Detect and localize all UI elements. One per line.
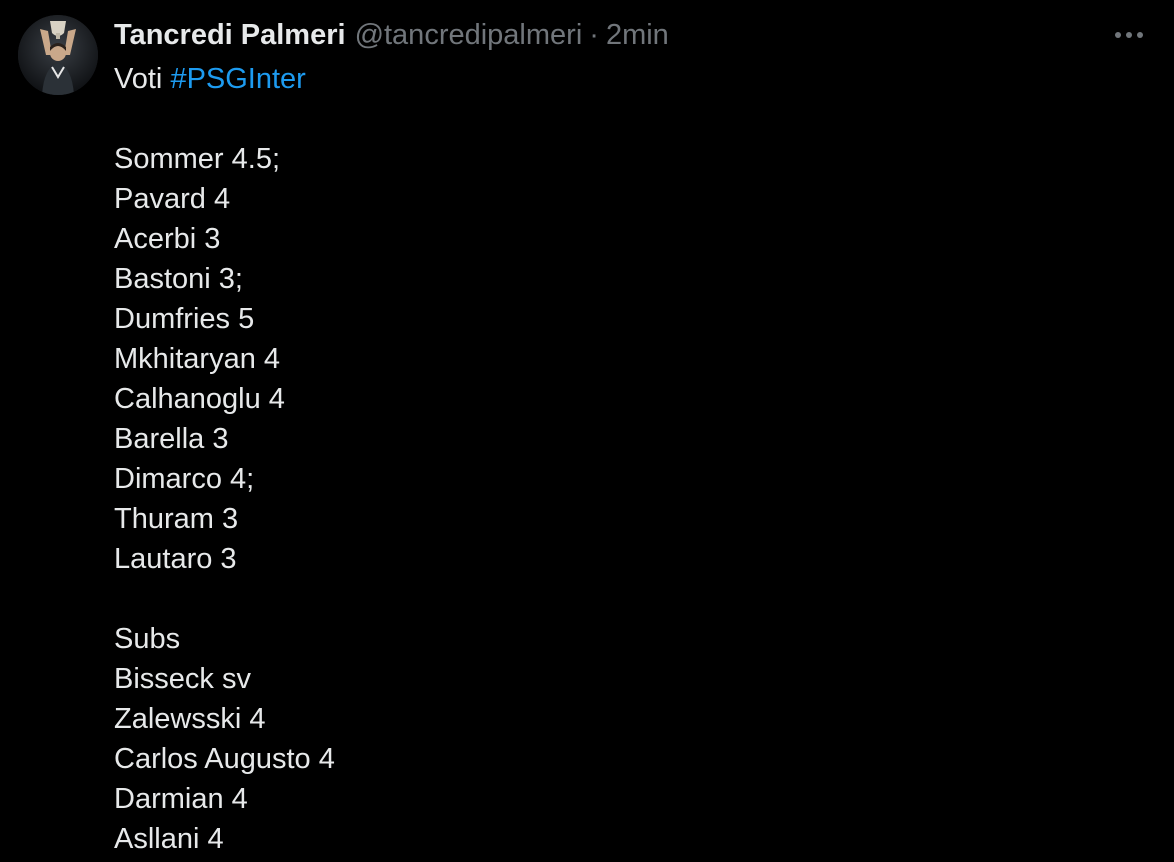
sub-rating-line: Asllani 4 bbox=[114, 823, 224, 855]
tweet[interactable]: Tancredi Palmeri @tancredipalmeri · 2min… bbox=[0, 0, 1174, 862]
rating-line: Mkhitaryan 4 bbox=[114, 343, 281, 375]
rating-line: Lautaro 3 bbox=[114, 543, 237, 575]
sub-rating-line: Carlos Augusto 4 bbox=[114, 743, 335, 775]
intro-text: Voti bbox=[114, 63, 171, 95]
rating-line: Pavard 4 bbox=[114, 183, 231, 215]
rating-line: Sommer 4.5; bbox=[114, 143, 280, 175]
rating-line: Bastoni 3; bbox=[114, 263, 243, 295]
tweet-intro-line: Voti #PSGInter bbox=[114, 59, 335, 99]
sub-rating-line: Darmian 4 bbox=[114, 783, 248, 815]
author-display-name[interactable]: Tancredi Palmeri bbox=[114, 19, 346, 52]
separator-dot: · bbox=[589, 18, 599, 51]
sub-rating-line: Bisseck sv bbox=[114, 663, 251, 695]
hashtag-link[interactable]: #PSGInter bbox=[170, 63, 305, 95]
tweet-text: Voti #PSGInter Sommer 4.5; Pavard 4 Acer… bbox=[114, 59, 335, 859]
rating-line: Acerbi 3 bbox=[114, 223, 221, 255]
rating-line: Thuram 3 bbox=[114, 503, 239, 535]
author-handle[interactable]: @tancredipalmeri bbox=[355, 19, 583, 52]
tweet-header: Tancredi Palmeri @tancredipalmeri · 2min bbox=[114, 17, 669, 53]
rating-line: Calhanoglu 4 bbox=[114, 383, 285, 415]
rating-line: Dumfries 5 bbox=[114, 303, 255, 335]
user-avatar[interactable] bbox=[18, 15, 98, 95]
more-horizontal-icon[interactable] bbox=[1112, 22, 1146, 48]
subs-heading: Subs bbox=[114, 623, 181, 655]
tweet-timestamp[interactable]: 2min bbox=[606, 19, 669, 52]
rating-line: Barella 3 bbox=[114, 423, 229, 455]
sub-rating-line: Zalewsski 4 bbox=[114, 703, 266, 735]
rating-line: Dimarco 4; bbox=[114, 463, 255, 495]
